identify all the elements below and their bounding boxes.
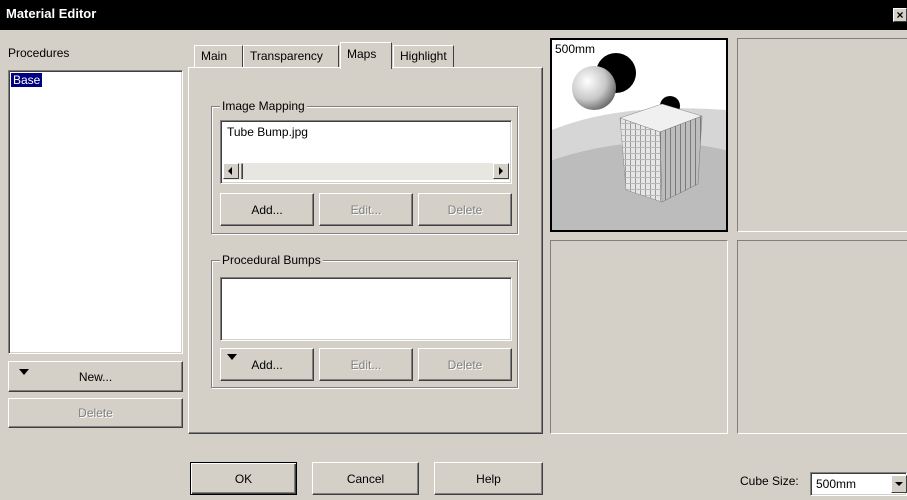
chevron-down-icon: [895, 482, 903, 486]
procedural-bumps-list[interactable]: [220, 277, 512, 341]
procedure-item-base[interactable]: Base: [11, 73, 43, 87]
right-arrow-icon: [499, 167, 503, 175]
title-bar: Material Editor ×: [0, 0, 907, 30]
tab-highlight-label: Highlight: [400, 49, 447, 63]
close-icon: ×: [896, 8, 904, 22]
image-mapping-legend: Image Mapping: [220, 99, 307, 113]
window-title: Material Editor: [6, 6, 97, 21]
close-button[interactable]: ×: [893, 8, 907, 22]
bump-edit-button[interactable]: Edit...: [319, 348, 413, 381]
image-add-label: Add...: [251, 202, 283, 217]
delete-procedure-button[interactable]: Delete: [8, 398, 183, 428]
image-mapping-list[interactable]: Tube Bump.jpg: [220, 120, 512, 184]
tab-highlight[interactable]: Highlight: [393, 45, 454, 67]
new-procedure-label: New...: [78, 369, 113, 384]
left-arrow-icon: [228, 167, 232, 175]
tab-main-label: Main: [201, 49, 228, 63]
scroll-left-button[interactable]: [223, 163, 239, 179]
cube-size-label: Cube Size:: [740, 474, 799, 488]
image-mapping-item[interactable]: Tube Bump.jpg: [221, 121, 511, 143]
new-procedure-button[interactable]: New...: [8, 361, 183, 392]
cube-size-value: 500mm: [816, 477, 857, 491]
tab-maps[interactable]: Maps: [340, 42, 392, 69]
scroll-thumb[interactable]: [241, 163, 243, 179]
bump-edit-label: Edit...: [350, 357, 382, 372]
preview-tile-4[interactable]: [737, 240, 907, 434]
ok-button[interactable]: OK: [190, 462, 297, 495]
tab-maps-label: Maps: [347, 47, 377, 61]
procedural-bumps-group: Procedural Bumps Add... Edit... Delete: [211, 253, 518, 388]
image-delete-button[interactable]: Delete: [418, 193, 512, 226]
tab-main[interactable]: Main: [194, 45, 243, 67]
procedures-list[interactable]: Base: [8, 70, 183, 354]
maps-panel: Image Mapping Tube Bump.jpg Add... Edit.…: [188, 67, 543, 434]
scroll-right-button[interactable]: [493, 163, 509, 179]
preview-tile-selected[interactable]: 500mm: [550, 38, 728, 232]
delete-procedure-label: Delete: [78, 406, 113, 420]
bump-delete-label: Delete: [447, 357, 483, 372]
cancel-label: Cancel: [346, 471, 385, 486]
procedures-label: Procedures: [8, 46, 70, 60]
help-label: Help: [476, 471, 501, 486]
image-edit-label: Edit...: [350, 202, 382, 217]
image-delete-label: Delete: [447, 202, 483, 217]
preview-tile-2[interactable]: [737, 38, 907, 232]
help-button[interactable]: Help: [434, 462, 543, 495]
cancel-button[interactable]: Cancel: [312, 462, 419, 495]
cube-size-select[interactable]: 500mm: [810, 472, 907, 496]
bump-add-button[interactable]: Add...: [220, 348, 314, 381]
cube-size-dropdown-button[interactable]: [891, 475, 907, 493]
tab-transparency[interactable]: Transparency: [243, 45, 339, 67]
preview-tile-3[interactable]: [550, 240, 728, 434]
dropdown-arrow-icon: [227, 354, 237, 360]
dropdown-arrow-icon: [19, 369, 29, 375]
image-edit-button[interactable]: Edit...: [319, 193, 413, 226]
image-mapping-group: Image Mapping Tube Bump.jpg Add... Edit.…: [211, 99, 518, 234]
bump-add-label: Add...: [251, 357, 283, 372]
bump-delete-button[interactable]: Delete: [418, 348, 512, 381]
image-add-button[interactable]: Add...: [220, 193, 314, 226]
procedural-bumps-legend: Procedural Bumps: [220, 253, 323, 267]
tab-transparency-label: Transparency: [250, 49, 323, 63]
material-preview-render: [552, 53, 726, 230]
horizontal-scrollbar[interactable]: [223, 163, 509, 180]
ok-label: OK: [234, 471, 253, 486]
